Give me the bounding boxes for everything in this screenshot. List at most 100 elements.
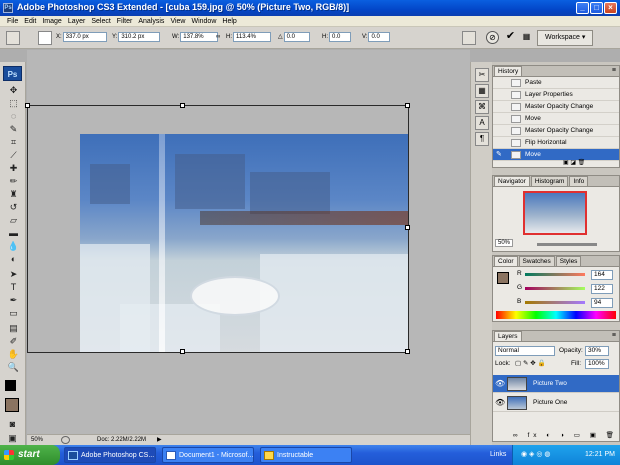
history-item[interactable]: Layer Properties [493,89,619,101]
menu-layer[interactable]: Layer [65,16,89,27]
width-field[interactable]: 137.8% [180,32,219,42]
status-arrow-icon[interactable]: ▶ [157,435,162,445]
type-tool-icon[interactable]: T [7,281,20,293]
tab-info[interactable]: Info [569,176,589,186]
brushes-icon[interactable]: ▦ [475,84,489,98]
history-item[interactable]: Paste [493,77,619,89]
quick-mask-icon[interactable]: ◙ [6,418,19,430]
history-brush-icon[interactable]: ↺ [7,201,20,213]
blur-tool-icon[interactable]: 💧 [7,240,20,252]
maximize-button[interactable]: □ [590,2,603,14]
menu-select[interactable]: Select [88,16,113,27]
history-item[interactable]: Flip Horizontal [493,137,619,149]
text-icon[interactable]: A [475,116,489,130]
cancel-icon[interactable]: ⊘ [486,31,499,44]
tab-swatches[interactable]: Swatches [518,256,555,266]
hand-tool-icon[interactable]: ✋ [7,348,20,360]
b-slider[interactable] [525,301,585,304]
menu-window[interactable]: Window [188,16,219,27]
eye-icon[interactable]: 👁 [495,375,505,393]
reference-point-icon[interactable] [38,31,52,45]
brush-tool-icon[interactable]: ✏ [7,175,20,187]
g-slider[interactable] [525,287,585,290]
start-button[interactable]: start [0,445,60,465]
task-word[interactable]: Document1 - Microsof... [162,447,254,463]
tools-toggle-icon[interactable]: ✂ [475,68,489,82]
notes-tool-icon[interactable]: ▤ [7,322,20,334]
eraser-tool-icon[interactable]: ▱ [7,214,20,226]
history-footer-icons[interactable]: ▣ ◪ 🗑 [563,159,585,166]
zoom-level[interactable]: 50% [31,435,43,445]
tab-navigator[interactable]: Navigator [494,176,530,186]
workspace-dropdown[interactable]: Workspace ▾ [537,30,593,46]
canvas-area[interactable] [25,50,470,434]
tab-layers[interactable]: Layers [494,331,522,341]
task-browser[interactable]: Instructable [260,447,352,463]
tab-color[interactable]: Color [494,256,518,266]
healing-brush-icon[interactable]: ✚ [7,162,20,174]
blend-mode-select[interactable]: Normal [495,346,555,356]
tab-styles[interactable]: Styles [555,256,582,266]
color-foreground-swatch[interactable] [497,272,509,284]
r-value-field[interactable]: 164 [591,270,613,280]
panel-menu-icon[interactable]: ≡ [612,332,616,339]
minimize-button[interactable]: _ [576,2,589,14]
history-item[interactable]: Master Opacity Change [493,125,619,137]
task-photoshop[interactable]: Adobe Photoshop CS... [64,447,156,463]
pen-tool-icon[interactable]: ✒ [7,294,20,306]
screen-mode-icon[interactable]: ▣ [6,432,19,444]
history-item[interactable]: Master Opacity Change [493,101,619,113]
color-spectrum-bar[interactable] [496,311,616,319]
menu-edit[interactable]: Edit [21,16,39,27]
menu-analysis[interactable]: Analysis [135,16,167,27]
link-icon[interactable]: ∞ [216,32,220,43]
transform-handle[interactable] [405,103,410,108]
angle-field[interactable]: 0.0 [283,32,310,42]
crop-tool-icon[interactable]: ⌗ [7,136,20,148]
document-image[interactable] [80,134,408,352]
transform-tool-icon[interactable] [6,31,20,45]
menu-image[interactable]: Image [39,16,64,27]
menu-file[interactable]: File [4,16,21,27]
check-icon[interactable]: ✔ [504,31,517,44]
close-button[interactable]: × [604,2,617,14]
opacity-field[interactable]: 30% [585,346,609,356]
vskew-field[interactable]: 0.0 [368,32,391,42]
status-icon[interactable] [61,436,70,444]
zoom-tool-icon[interactable]: 🔍 [7,361,20,373]
hskew-field[interactable]: 0.0 [329,32,351,42]
height-field[interactable]: 113.4% [233,32,271,42]
menu-help[interactable]: Help [219,16,239,27]
fill-field[interactable]: 100% [585,359,609,369]
b-value-field[interactable]: 94 [591,298,613,308]
foreground-color-swatch[interactable] [5,380,16,391]
lasso-tool-icon[interactable]: ◌ [7,110,20,122]
move-tool-icon[interactable]: ✥ [7,84,20,96]
slice-tool-icon[interactable]: ⟋ [7,149,20,161]
quick-select-tool-icon[interactable]: ✎ [7,123,20,135]
menu-view[interactable]: View [167,16,188,27]
layers-footer-icons[interactable]: ∞ fx ◐ ◑ ▭ ▣ 🗑 [513,431,618,439]
panel-menu-icon[interactable]: ≡ [612,67,616,74]
eye-icon[interactable]: 👁 [495,394,505,412]
g-value-field[interactable]: 122 [591,284,613,294]
panel-options-icon[interactable]: ▦ [520,31,533,44]
r-slider[interactable] [525,273,585,276]
x-position-field[interactable]: 337.0 px [62,32,107,42]
clone-stamp-icon[interactable]: ♜ [7,188,20,200]
history-item[interactable]: Move [493,113,619,125]
navigator-preview[interactable] [523,191,587,235]
tab-histogram[interactable]: Histogram [530,176,569,186]
lock-icons[interactable]: ▢ ✎ ✥ 🔒 [515,359,546,367]
tray-icons[interactable]: ◉ ◈ ◎ ◍ [521,445,551,465]
layer-picture-one[interactable]: 👁 Picture One [493,394,619,412]
transform-handle[interactable] [180,103,185,108]
tab-history[interactable]: History [494,66,523,76]
eyedropper-tool-icon[interactable]: ✐ [7,335,20,347]
links-toolbar[interactable]: Links [490,445,506,465]
gradient-tool-icon[interactable]: ▬ [7,227,20,239]
marquee-tool-icon[interactable]: ⬚ [7,97,20,109]
clone-source-icon[interactable]: ⌘ [475,100,489,114]
paragraph-icon[interactable]: ¶ [475,132,489,146]
path-select-tool-icon[interactable]: ➤ [7,268,20,280]
